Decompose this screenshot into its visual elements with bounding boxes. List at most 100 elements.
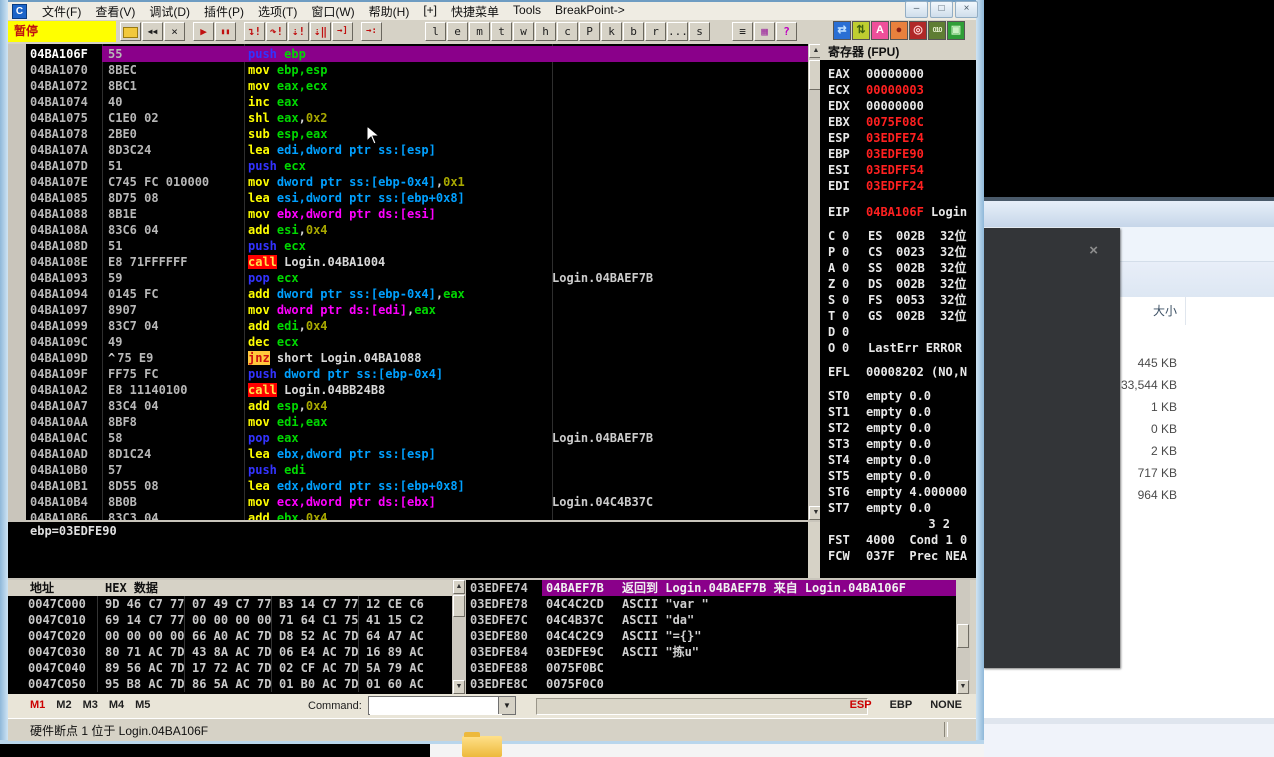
restart-button[interactable]: ◀◀ [142,22,163,41]
disasm-row[interactable]: 04BA10AC58pop eaxLogin.04BAEF7B [26,430,808,446]
memory-tab-M2[interactable]: M2 [56,699,71,711]
ascii-view-button[interactable]: A [871,21,889,40]
fpu-register-row[interactable]: ST3empty 0.0 [828,436,976,452]
disasm-row[interactable]: 04BA107440inc eax [26,94,808,110]
disasm-row[interactable]: 04BA1075C1E0 02shl eax,0x2 [26,110,808,126]
register-row[interactable]: ESP03EDFE74 [828,130,976,146]
disassembly-pane[interactable]: 04BA106F55push ebp04BA10708BECmov ebp,es… [8,44,808,520]
disasm-row[interactable]: 04BA107A8D3C24lea edi,dword ptr ss:[esp] [26,142,808,158]
fpu-register-row[interactable]: ST2empty 0.0 [828,420,976,436]
disasm-row[interactable]: 04BA10888B1Emov ebx,dword ptr ds:[esi] [26,206,808,222]
folder-icon[interactable] [462,736,502,757]
register-row-eip[interactable]: EIP04BA106F Login [828,204,976,220]
scrollbar-thumb[interactable] [957,624,969,648]
memory-tab-M1[interactable]: M1 [30,699,45,711]
menu-item[interactable]: 快捷菜单 [444,3,506,20]
toolbar-letter-button-P[interactable]: P [579,22,600,41]
close-icon[interactable]: × [1089,242,1098,259]
toggle-ebp[interactable]: EBP [890,699,913,711]
memory-tab-M3[interactable]: M3 [83,699,98,711]
fcw-row[interactable]: FCW037F Prec NEA [828,548,976,564]
disasm-row[interactable]: 04BA10B683C3 04add ebx,0x4 [26,510,808,520]
toolbar-letter-button-s[interactable]: s [689,22,710,41]
flag-row[interactable]: Z0DS002B32位 [828,276,976,292]
fpu-register-row[interactable]: ST1empty 0.0 [828,404,976,420]
dump-row[interactable]: 0047C05095 B8 AC 7D86 5A AC 7D01 B0 AC 7… [8,676,452,692]
toolbar-letter-button-h[interactable]: h [535,22,556,41]
dump-row[interactable]: 0047C03080 71 AC 7D43 8A AC 7D06 E4 AC 7… [8,644,452,660]
fpu-bits-row[interactable]: 3 2 [828,516,976,532]
info-pane[interactable]: ebp=03EDFE90 [8,522,808,578]
toolbar-letter-button-m[interactable]: m [469,22,490,41]
disasm-row[interactable]: 04BA107D51push ecx [26,158,808,174]
register-row[interactable]: ESI03EDFF54 [828,162,976,178]
toolbar-letter-button-dotdotdot[interactable]: ... [667,22,688,41]
register-row[interactable]: EDX00000000 [828,98,976,114]
dump-scrollbar[interactable]: ▲ ▼ [452,580,466,694]
memory-tab-M4[interactable]: M4 [109,699,124,711]
windows-list-button[interactable]: ≡ [732,22,753,41]
swap-panes-button[interactable]: ⇄ [833,21,851,40]
trace-over-button[interactable]: ⇣‖ [310,22,331,41]
disasm-row[interactable]: 04BA109C49dec ecx [26,334,808,350]
sort-updown-button[interactable]: ⇅ [852,21,870,40]
dump-row[interactable]: 0047C01069 14 C7 7700 00 00 0071 64 C1 7… [8,612,452,628]
chevron-down-icon[interactable]: ▼ [498,697,515,714]
toolbar-letter-button-c[interactable]: c [557,22,578,41]
menu-item[interactable]: Tools [506,3,548,20]
fpu-register-row[interactable]: ST6empty 4.000000 [828,484,976,500]
disasm-row[interactable]: 04BA108D51push ecx [26,238,808,254]
disasm-row[interactable]: 04BA106F55push ebp [26,46,808,62]
toolbar-letter-button-t[interactable]: t [491,22,512,41]
disasm-row[interactable]: 04BA109FFF75 FCpush dword ptr ss:[ebp-0x… [26,366,808,382]
toolbar-letter-button-r[interactable]: r [645,22,666,41]
menu-item[interactable]: 插件(P) [197,3,251,20]
close-program-button[interactable]: × [164,22,185,41]
dump-row[interactable]: 0047C04089 56 AC 7D17 72 AC 7D02 CF AC 7… [8,660,452,676]
toggle-none[interactable]: NONE [930,699,962,711]
stack-row[interactable]: 03EDFE8C0075F0C0 [466,676,956,692]
open-file-button[interactable] [120,22,141,41]
disasm-row[interactable]: 04BA107EC745 FC 010000mov dword ptr ss:[… [26,174,808,190]
menu-item[interactable]: 调试(D) [142,3,197,20]
trace-into-button[interactable]: ⇣! [288,22,309,41]
command-input[interactable] [370,698,502,715]
memory-dump-pane[interactable]: 地址 HEX 数据 0047C0009D 46 C7 7707 49 C7 77… [8,580,452,694]
toolbar-letter-button-k[interactable]: k [601,22,622,41]
menu-item[interactable]: 帮助(H) [362,3,417,20]
appearance-button[interactable]: ▦ [754,22,775,41]
memory-tab-M5[interactable]: M5 [135,699,150,711]
step-over-button[interactable]: ↷! [266,22,287,41]
menu-item[interactable]: 查看(V) [88,3,142,20]
stack-row[interactable]: 03EDFE7804C4C2CDASCII "var " [466,596,956,612]
stack-scrollbar[interactable]: ▼ [956,580,970,694]
toolbar-letter-button-w[interactable]: w [513,22,534,41]
disasm-row[interactable]: 04BA10728BC1mov eax,ecx [26,78,808,94]
disasm-row[interactable]: 04BA10940145 FCadd dword ptr ss:[ebp-0x4… [26,286,808,302]
command-combobox[interactable]: ▼ [368,696,516,715]
disasm-row[interactable]: 04BA109359pop ecxLogin.04BAEF7B [26,270,808,286]
disasm-row[interactable]: 04BA10978907mov dword ptr ds:[edi],eax [26,302,808,318]
menu-item[interactable]: 文件(F) [35,3,88,20]
register-row[interactable]: ECX00000003 [828,82,976,98]
disasm-row[interactable]: 04BA109D^75 E9jnz short Login.04BA1088 [26,350,808,366]
register-row[interactable]: EDI03EDFF24 [828,178,976,194]
help-button[interactable]: ? [776,22,797,41]
run-button[interactable]: ▶ [193,22,214,41]
flag-row[interactable]: S0FS005332位 [828,292,976,308]
target-button[interactable]: ◎ [909,21,927,40]
fpu-register-row[interactable]: ST5empty 0.0 [828,468,976,484]
fpu-register-row[interactable]: ST4empty 0.0 [828,452,976,468]
toolbar-letter-button-e[interactable]: e [447,22,468,41]
stack-row[interactable]: 03EDFE7C04C4B37CASCII "da" [466,612,956,628]
registers-pane[interactable]: 寄存器 (FPU) EAX00000000ECX00000003EDX00000… [820,44,976,578]
disasm-row[interactable]: 04BA10AA8BF8mov edi,eax [26,414,808,430]
dump-row[interactable]: 0047C0009D 46 C7 7707 49 C7 77B3 14 C7 7… [8,596,452,612]
dump-row[interactable]: 0047C02000 00 00 0066 A0 AC 7DD8 52 AC 7… [8,628,452,644]
stack-row[interactable]: 03EDFE8403EDFE9CASCII "拣u" [466,644,956,660]
toggle-esp[interactable]: ESP [850,699,872,711]
fpu-register-row[interactable]: ST7empty 0.0 [828,500,976,516]
flag-row[interactable]: A0SS002B32位 [828,260,976,276]
flag-row[interactable]: O0LastErr ERROR [828,340,976,356]
disasm-row[interactable]: 04BA10A2E8 11140100call Login.04BB24B8 [26,382,808,398]
